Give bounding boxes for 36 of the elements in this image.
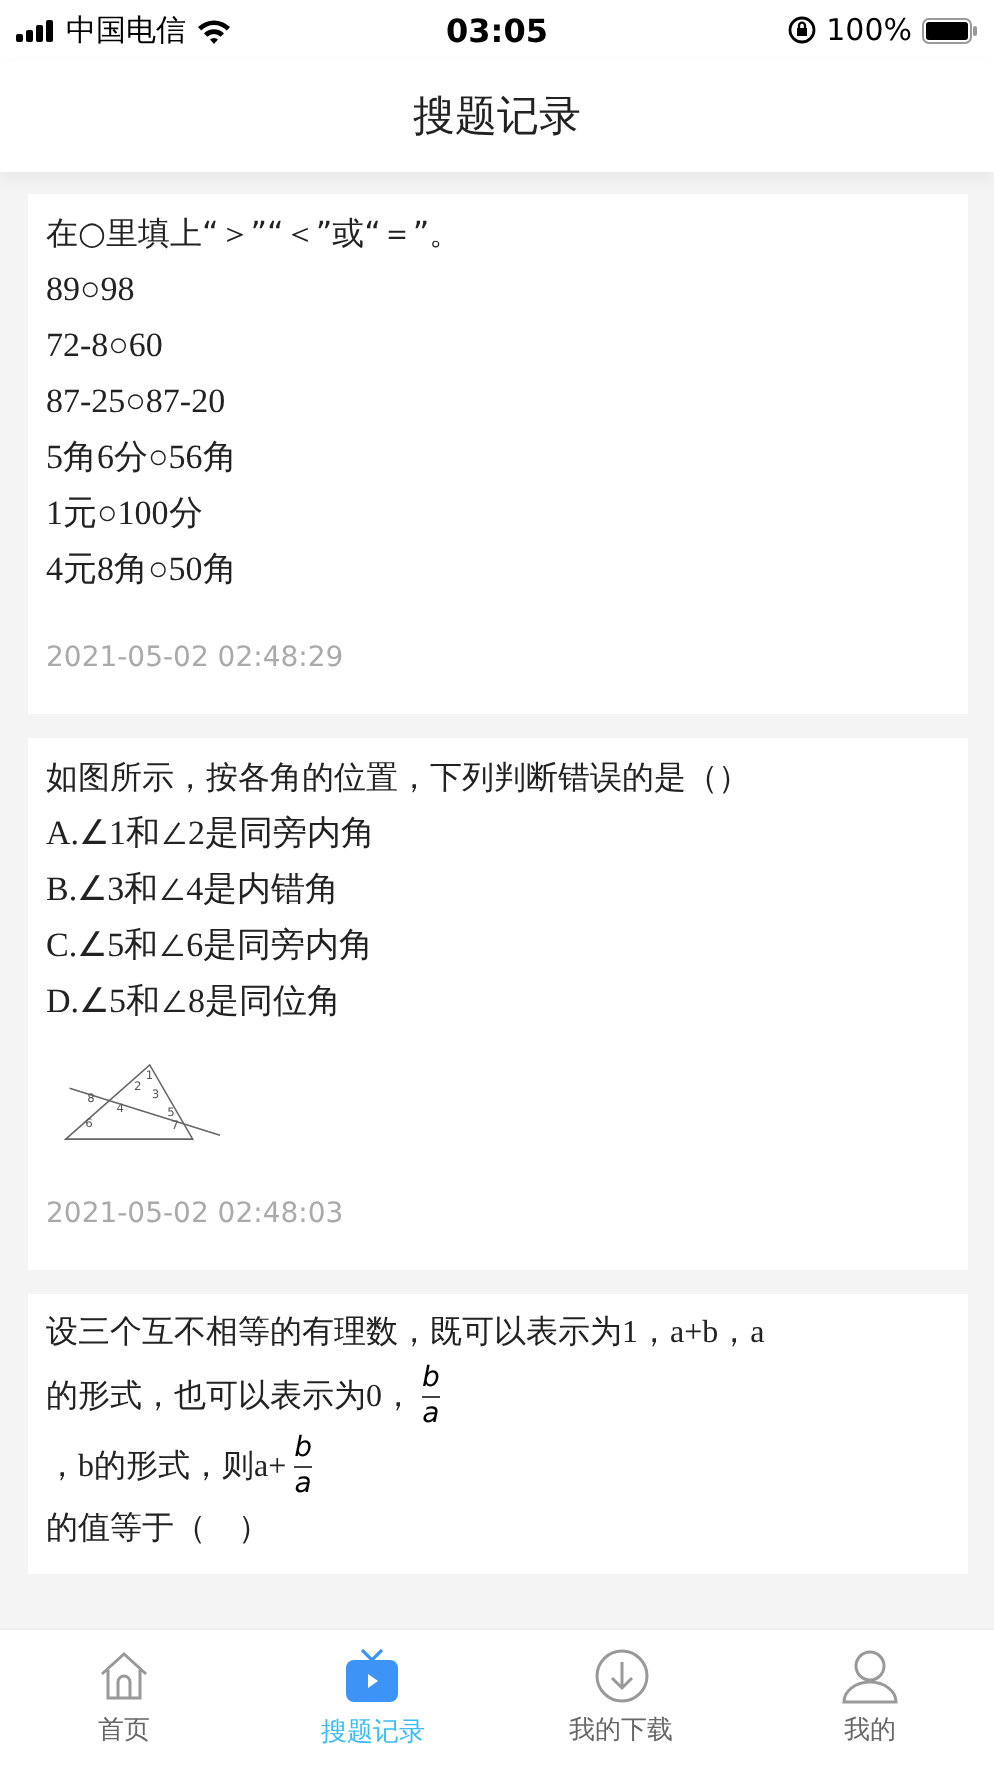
- page-title: 搜题记录: [413, 90, 581, 144]
- wifi-icon: [196, 17, 232, 43]
- question-text: 设三个互不相等的有理数，既可以表示为1，a+b，a: [46, 1313, 765, 1354]
- rotation-lock-icon: [788, 16, 817, 44]
- question-line: D.∠5和∠8是同位角: [46, 980, 344, 1024]
- question-line: 如图所示，按各角的位置，下列判断错误的是（）: [46, 756, 752, 800]
- question-line: C.∠5和∠6是同旁内角: [46, 924, 376, 968]
- tab-item[interactable]: 我的: [745, 1630, 994, 1766]
- fraction: b a: [294, 1432, 313, 1502]
- question-text: 的形式，也可以表示为0，: [46, 1377, 414, 1417]
- question-line: 在○里填上“＞”“＜”或“＝”。: [46, 212, 464, 256]
- fraction: b a: [422, 1362, 440, 1432]
- question-line: 87-25○87-20: [46, 380, 228, 424]
- battery-percent: 100%: [826, 12, 912, 48]
- question-line: B.∠3和∠4是内错角: [46, 868, 342, 912]
- status-time: 03:05: [446, 11, 548, 49]
- question-line: 5角6分○56角: [46, 436, 239, 480]
- person-icon: [841, 1648, 898, 1704]
- battery-icon: [922, 17, 978, 43]
- question-line: A.∠1和∠2是同旁内角: [46, 812, 378, 856]
- question-line: 4元8角○50角: [46, 548, 239, 592]
- home-icon: [96, 1648, 153, 1704]
- download-icon: [593, 1648, 650, 1704]
- tab-item[interactable]: 我的下载: [497, 1630, 746, 1766]
- carrier-name: 中国电信: [66, 11, 186, 49]
- record-time: 2021-05-02 02:48:03: [46, 1198, 346, 1230]
- tv-play-icon: [344, 1646, 401, 1706]
- record-time: 2021-05-02 02:48:29: [46, 642, 346, 674]
- signal-icon: [16, 19, 56, 41]
- question-line: 72-8○60: [46, 324, 165, 368]
- question-text: ，b的形式，则a+: [46, 1447, 287, 1487]
- question-line: 89○98: [46, 268, 137, 312]
- record-card[interactable]: 在○里填上“＞”“＜”或“＝”。 89○98 72-8○60 87-25○87-20 5角6分○56角 1元○100分 4元8角○50角 2021-05-02 02:48:29: [28, 194, 968, 714]
- tab-item[interactable]: 首页: [0, 1630, 249, 1766]
- question-line: 1元○100分: [46, 492, 205, 536]
- question-text: 的值等于（ ）: [46, 1510, 270, 1550]
